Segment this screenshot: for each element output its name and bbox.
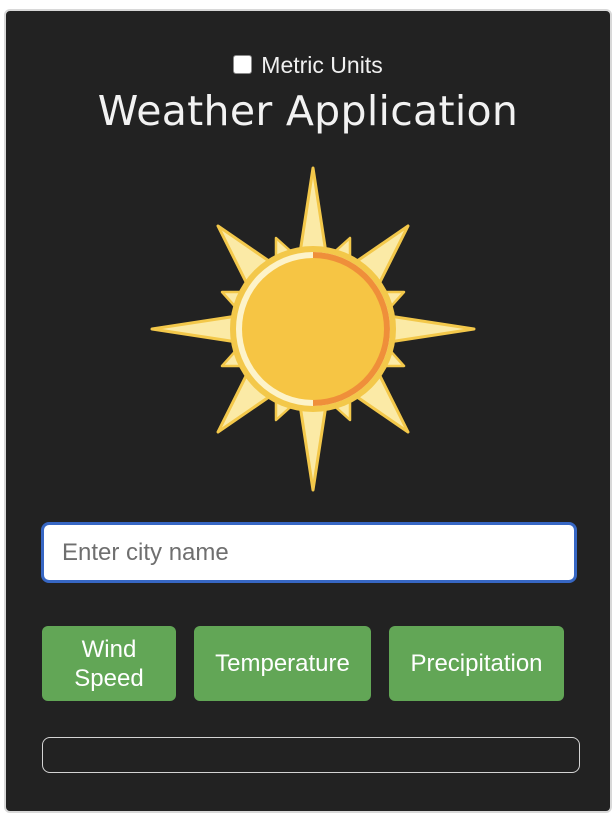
metric-units-toggle[interactable]: Metric Units xyxy=(6,52,610,79)
wind-speed-label-line1: Wind xyxy=(81,635,137,663)
temperature-label: Temperature xyxy=(215,650,350,677)
temperature-button[interactable]: Temperature xyxy=(194,626,371,701)
wind-speed-label-line2: Speed xyxy=(74,664,144,692)
precipitation-label: Precipitation xyxy=(410,650,543,677)
sun-core xyxy=(242,258,384,400)
wind-speed-button[interactable]: Wind Speed xyxy=(42,626,176,701)
city-search-input[interactable] xyxy=(41,522,577,583)
metric-units-label[interactable]: Metric Units xyxy=(261,52,382,79)
weather-app-card: Metric Units Weather Application Enter c… xyxy=(4,9,612,813)
sun-icon xyxy=(150,166,476,492)
result-output xyxy=(42,737,580,773)
metric-units-checkbox[interactable] xyxy=(233,55,253,74)
wind-speed-label: Wind Speed xyxy=(74,635,143,693)
precipitation-button[interactable]: Precipitation xyxy=(389,626,564,701)
page-title: Weather Application xyxy=(97,87,519,135)
